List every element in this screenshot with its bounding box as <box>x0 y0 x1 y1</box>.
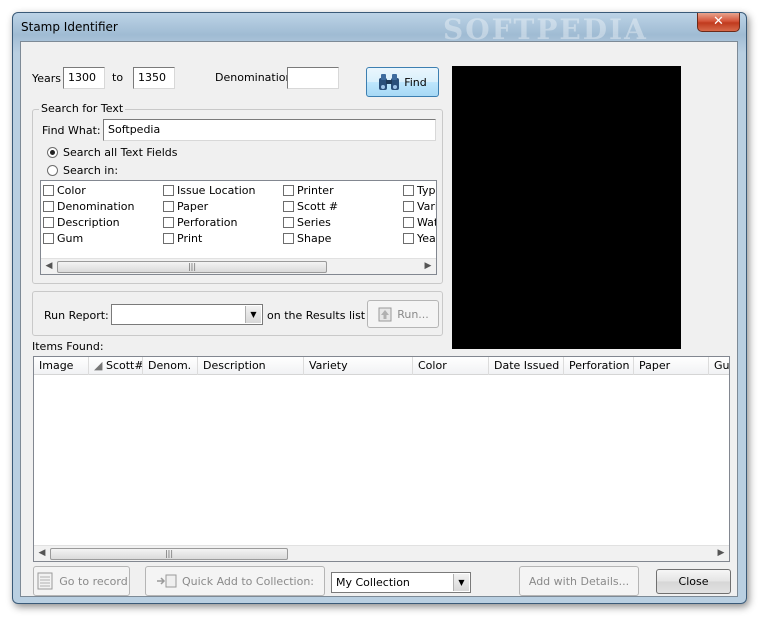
search-all-label: Search all Text Fields <box>63 146 178 159</box>
find-what-input[interactable]: Softpedia <box>103 119 436 141</box>
column-header[interactable]: Gum <box>709 357 729 375</box>
run-report-label: Run Report: <box>44 309 109 322</box>
field-checkbox[interactable]: Variety <box>403 200 436 213</box>
close-button-label: Close <box>678 575 709 588</box>
search-group-title: Search for Text <box>39 102 126 115</box>
field-checkbox[interactable]: Print <box>163 232 202 245</box>
column-header[interactable]: Date Issued <box>489 357 564 375</box>
field-checkbox[interactable]: Gum <box>43 232 83 245</box>
column-header-sorted[interactable]: ◢ Scott# <box>89 357 143 375</box>
quick-add-label: Quick Add to Collection: <box>181 574 315 588</box>
scroll-thumb[interactable]: ||| <box>50 548 288 560</box>
field-checkbox[interactable]: Watermark <box>403 216 436 229</box>
search-all-radio[interactable] <box>47 147 58 158</box>
results-list-label: on the Results list <box>267 309 366 322</box>
chevron-down-icon[interactable]: ▼ <box>453 574 469 591</box>
fields-horizontal-scrollbar[interactable]: ◀ ||| ▶ <box>41 258 436 274</box>
field-checkbox[interactable]: Issue Location <box>163 184 255 197</box>
denomination-field[interactable] <box>287 67 339 89</box>
search-for-text-group: Search for Text Find What: Softpedia Sea… <box>32 102 443 284</box>
run-report-button[interactable]: Run... <box>367 300 439 328</box>
chevron-down-icon[interactable]: ▼ <box>245 306 261 323</box>
column-header[interactable]: Paper <box>634 357 709 375</box>
sort-ascending-icon: ◢ <box>94 359 103 372</box>
field-checkbox[interactable]: Type <box>403 184 436 197</box>
report-select[interactable]: ▼ <box>111 304 263 325</box>
window-title: Stamp Identifier <box>21 20 118 34</box>
column-header[interactable]: Variety <box>304 357 413 375</box>
report-group: Run Report: ▼ on the Results list Run... <box>32 291 443 336</box>
field-checkbox[interactable]: Description <box>43 216 120 229</box>
quick-add-icon <box>156 574 177 588</box>
quick-add-button[interactable]: Quick Add to Collection: <box>145 566 325 596</box>
column-header[interactable]: Description <box>198 357 304 375</box>
field-checkbox[interactable]: Series <box>283 216 331 229</box>
scroll-right-icon[interactable]: ▶ <box>715 548 727 558</box>
go-to-record-button[interactable]: Go to record <box>33 566 130 596</box>
field-checkbox[interactable]: Scott # <box>283 200 338 213</box>
add-with-details-label: Add with Details... <box>528 574 630 588</box>
search-in-radio[interactable] <box>47 165 58 176</box>
field-checkbox[interactable]: Color <box>43 184 86 197</box>
results-horizontal-scrollbar[interactable]: ◀ ||| ▶ <box>34 545 729 561</box>
column-header[interactable]: Color <box>413 357 489 375</box>
year-from-field[interactable]: 1300 <box>63 67 105 89</box>
stamp-image-preview <box>452 66 681 349</box>
field-checkbox[interactable]: Printer <box>283 184 334 197</box>
years-label: Years <box>32 72 62 85</box>
column-header[interactable]: Denom. <box>143 357 198 375</box>
main-window: Stamp Identifier SOFTPEDIA ✕ Years 1300 … <box>12 12 747 604</box>
binoculars-icon <box>379 74 400 90</box>
close-icon: ✕ <box>713 14 724 29</box>
collection-select-value: My Collection <box>336 576 410 589</box>
field-checkbox[interactable]: Perforation <box>163 216 237 229</box>
search-fields-list: Color Issue Location Printer Type Denomi… <box>40 180 437 275</box>
results-table[interactable]: Image ◢ Scott# Denom. Description Variet… <box>33 356 730 562</box>
field-checkbox[interactable]: Paper <box>163 200 208 213</box>
client-area: Years 1300 to 1350 Denomination Find Sea… <box>20 41 738 597</box>
column-header[interactable]: Perforation <box>564 357 634 375</box>
record-icon <box>37 572 53 590</box>
years-to-label: to <box>112 71 124 84</box>
run-button-label: Run... <box>397 307 429 321</box>
go-to-record-label: Go to record <box>59 574 128 588</box>
find-what-label: Find What: <box>42 124 101 137</box>
scroll-thumb[interactable]: ||| <box>57 261 327 273</box>
column-header[interactable]: Image <box>34 357 89 375</box>
search-in-label: Search in: <box>63 164 119 177</box>
close-window-button[interactable]: ✕ <box>697 13 740 32</box>
add-with-details-button[interactable]: Add with Details... <box>519 566 639 596</box>
scroll-right-icon[interactable]: ▶ <box>422 261 434 271</box>
collection-select[interactable]: My Collection ▼ <box>331 572 471 593</box>
title-bar[interactable]: Stamp Identifier SOFTPEDIA ✕ <box>13 13 746 46</box>
report-run-icon <box>378 307 392 322</box>
items-found-label: Items Found: <box>32 340 104 353</box>
find-button-label: Find <box>404 75 427 89</box>
scroll-left-icon[interactable]: ◀ <box>36 548 48 558</box>
results-table-header: Image ◢ Scott# Denom. Description Variet… <box>34 357 729 375</box>
scroll-left-icon[interactable]: ◀ <box>43 261 55 271</box>
field-checkbox[interactable]: Denomination <box>43 200 135 213</box>
denomination-label: Denomination <box>215 71 293 84</box>
year-to-field[interactable]: 1350 <box>133 67 175 89</box>
field-checkbox[interactable]: Shape <box>283 232 331 245</box>
field-checkbox[interactable]: Year <box>403 232 436 245</box>
find-button[interactable]: Find <box>366 67 439 97</box>
close-button[interactable]: Close <box>656 569 731 594</box>
